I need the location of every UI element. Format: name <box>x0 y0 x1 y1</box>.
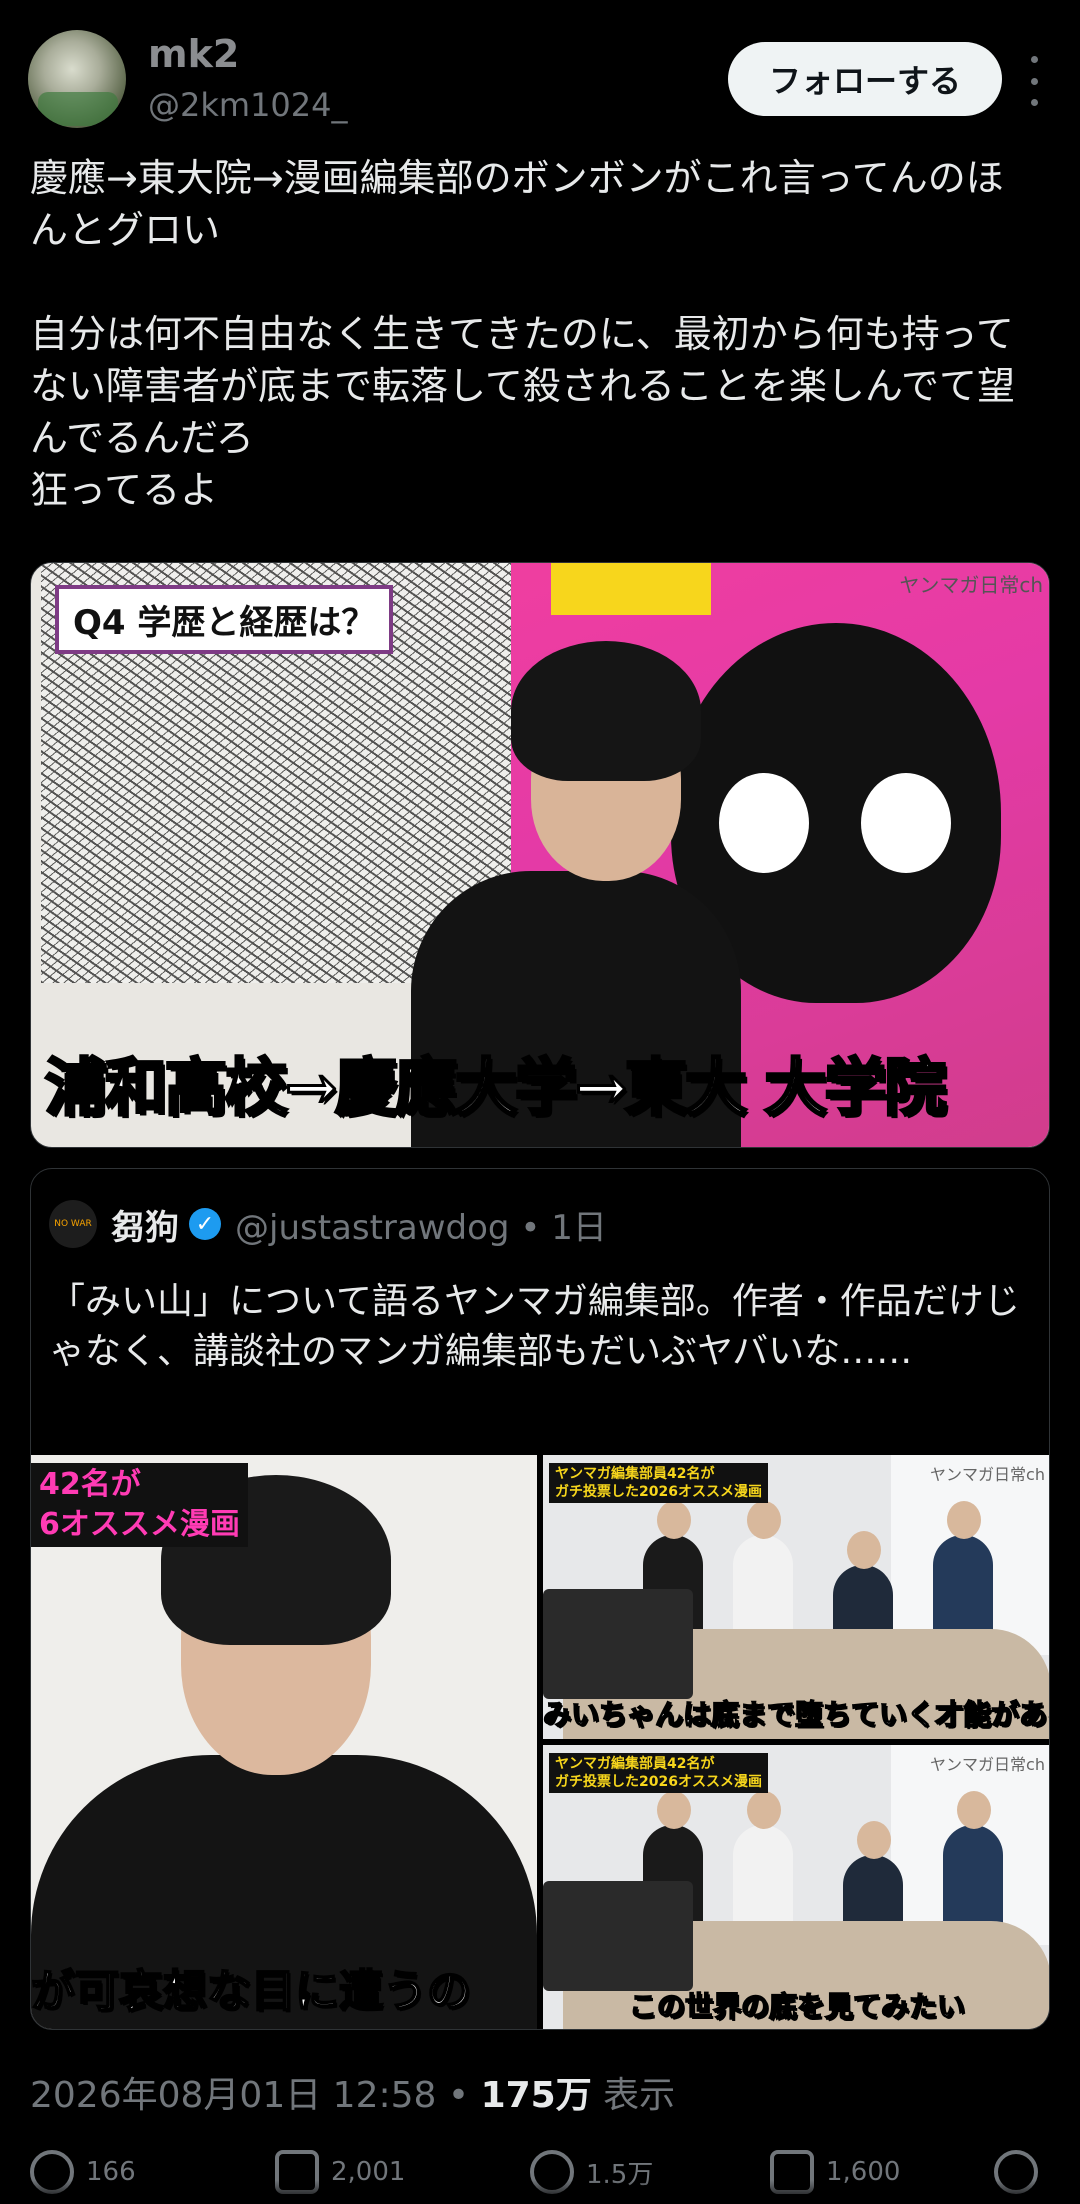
image-subtitle: この世界の底を見てみたい <box>628 1989 966 2024</box>
author-avatar[interactable] <box>28 30 126 128</box>
author-handle[interactable]: @2km1024_ <box>148 86 348 124</box>
post-text: 慶應→東大院→漫画編集部のボンボンがこれ言ってんのほんとグロい 自分は何不自由な… <box>30 156 1015 512</box>
channel-watermark: ヤンマガ日常ch <box>899 573 1043 597</box>
more-options-icon[interactable] <box>1024 56 1044 106</box>
channel-watermark: ヤンマガ日常ch <box>930 1755 1045 1774</box>
post-header: mk2 @2km1024_ フォローする <box>28 28 1052 132</box>
image-banner: ヤンマガ編集部員42名が ガチ投票した2026オススメ漫画 <box>549 1463 768 1503</box>
post-image[interactable]: Q4 学歴と経歴は？ ヤンマガ日常ch 浦和高校→慶應大学→東大 大学院 <box>30 562 1050 1148</box>
view-count: 175万 <box>480 2075 592 2116</box>
poster-title-block <box>551 563 711 615</box>
image-banner: 42名が 6オススメ漫画 <box>31 1463 248 1547</box>
post-meta: 2026年08月01日 12:58 • 175万 表示 <box>30 2075 676 2116</box>
quoted-author-name[interactable]: 芻狗 <box>111 1200 179 1249</box>
question-label: Q4 学歴と経歴は？ <box>55 585 394 654</box>
quoted-image-2[interactable]: ヤンマガ編集部員42名が ガチ投票した2026オススメ漫画 ヤンマガ日常ch み… <box>543 1455 1050 1739</box>
views-label: 表示 <box>603 2075 676 2116</box>
author-name[interactable]: mk2 <box>148 32 239 76</box>
image-caption: 浦和高校→慶應大学→東大 大学院 <box>43 1050 947 1126</box>
image-subtitle: みいちゃんは底まで堕ちていく才能がある <box>543 1697 1050 1732</box>
quoted-post-text: 「みい山」について語るヤンマガ編集部。作者・作品だけじゃなく、講談社のマンガ編集… <box>49 1281 1020 1372</box>
follow-button[interactable]: フォローする <box>728 42 1002 116</box>
quoted-author-avatar[interactable]: NO WAR <box>49 1200 97 1248</box>
bottom-fade <box>0 2180 1080 2204</box>
quoted-post-header: NO WAR 芻狗 ✓ @justastrawdog • 1日 <box>49 1199 607 1249</box>
post-timestamp[interactable]: 2026年08月01日 12:58 <box>30 2075 436 2116</box>
image-banner: ヤンマガ編集部員42名が ガチ投票した2026オススメ漫画 <box>549 1753 768 1793</box>
image-subtitle: が可哀想な目に遭うの <box>31 1965 472 2018</box>
quoted-author-handle: @justastrawdog • 1日 <box>235 1207 607 1248</box>
quoted-image-1[interactable]: 42名が 6オススメ漫画 が可哀想な目に遭うの <box>31 1455 537 2029</box>
quoted-post[interactable]: NO WAR 芻狗 ✓ @justastrawdog • 1日 「みい山」につい… <box>30 1168 1050 2030</box>
quoted-image-3[interactable]: ヤンマガ編集部員42名が ガチ投票した2026オススメ漫画 ヤンマガ日常ch こ… <box>543 1745 1049 2029</box>
channel-watermark: ヤンマガ日常ch <box>930 1465 1045 1484</box>
verified-badge-icon: ✓ <box>189 1208 221 1240</box>
